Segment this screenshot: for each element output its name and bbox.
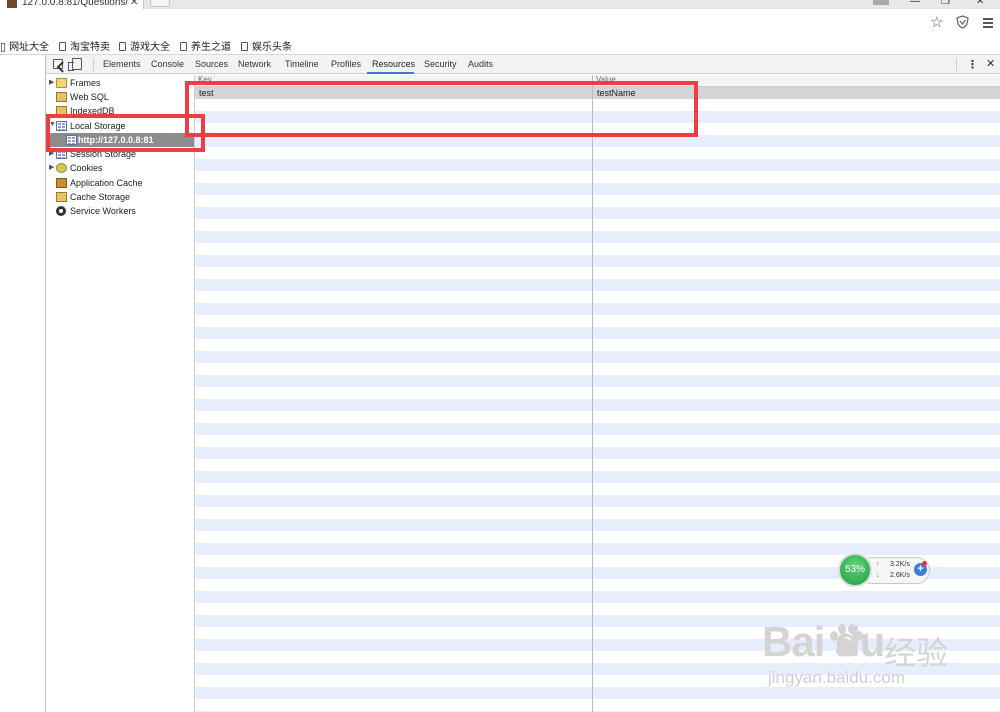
- bookmark-item[interactable]: 淘宝特卖: [59, 38, 110, 53]
- browser-tab-strip: 127.0.0.8:81/Questions/ ✕ — ❐ ✕: [0, 0, 1000, 9]
- paw-logo-icon: [830, 624, 863, 657]
- toolbar-divider: [93, 58, 94, 71]
- page-icon: [59, 42, 66, 51]
- upload-rate: 3.2K/s: [890, 561, 910, 568]
- screen: 127.0.0.8:81/Questions/ ✕ — ❐ ✕ ☆ ▯ 网址大全 …: [0, 0, 1000, 712]
- favicon-icon: [7, 0, 17, 8]
- browser-toolbar: ☆: [0, 9, 1000, 35]
- database-icon: [56, 92, 67, 102]
- sidebar-item-web-sql[interactable]: Web SQL: [46, 90, 194, 104]
- expand-arrow-icon[interactable]: ▶: [49, 163, 54, 171]
- sidebar-item-frames[interactable]: ▶ Frames: [46, 76, 194, 90]
- network-speed-widget[interactable]: 53% ↑ 3.2K/s ↓ 2.6K/s +: [838, 553, 932, 589]
- tab-timeline[interactable]: Timeline: [285, 59, 319, 69]
- toolbar-divider: [956, 58, 957, 71]
- browser-tab-title: 127.0.0.8:81/Questions/: [22, 0, 129, 8]
- storage-data-grid: Key Value test testName: [195, 75, 1000, 712]
- download-rate: 2.6K/s: [890, 572, 910, 579]
- column-divider[interactable]: [592, 75, 593, 712]
- tab-console[interactable]: Console: [151, 59, 184, 69]
- tab-sources[interactable]: Sources: [195, 59, 228, 69]
- usage-percent: 53%: [844, 564, 865, 575]
- page-icon: [180, 42, 187, 51]
- baidu-watermark: Bai du 经验 jingyan.baidu.com: [762, 618, 952, 692]
- page-icon: [119, 42, 126, 51]
- database-icon: [56, 192, 67, 202]
- devtools-close-icon[interactable]: ✕: [986, 57, 995, 70]
- watermark-url: jingyan.baidu.com: [768, 668, 906, 687]
- tab-audits[interactable]: Audits: [468, 59, 493, 69]
- devtools-toolbar: Elements Console Sources Network Timelin…: [46, 55, 1000, 74]
- bookmark-item[interactable]: 游戏大全: [119, 38, 170, 53]
- devtools-panel: Elements Console Sources Network Timelin…: [45, 55, 1000, 712]
- cache-icon: [56, 178, 67, 188]
- tab-elements[interactable]: Elements: [103, 59, 141, 69]
- gear-icon: [56, 206, 66, 216]
- sidebar-item-service-workers[interactable]: Service Workers: [46, 204, 194, 218]
- upload-arrow-icon: ↑: [876, 561, 880, 568]
- inspect-element-icon[interactable]: [53, 59, 63, 69]
- profile-button[interactable]: [873, 0, 889, 5]
- folder-icon: [56, 78, 67, 88]
- resources-sidebar: ▶ Frames Web SQL IndexedDB ▼ Local Stora…: [46, 75, 195, 712]
- tab-network[interactable]: Network: [238, 59, 271, 69]
- sidebar-item-cookies[interactable]: ▶ Cookies: [46, 161, 194, 175]
- more-options-icon[interactable]: ⋮: [967, 58, 978, 71]
- bookmark-star-icon[interactable]: ☆: [930, 13, 943, 31]
- tab-resources[interactable]: Resources: [372, 59, 415, 69]
- expand-arrow-icon[interactable]: ▶: [49, 78, 54, 86]
- shield-icon[interactable]: [956, 15, 969, 29]
- bookmark-item[interactable]: 娱乐头条: [241, 38, 292, 53]
- tab-close-icon[interactable]: ✕: [130, 0, 138, 8]
- page-icon: [241, 42, 248, 51]
- new-tab-button[interactable]: [150, 0, 170, 7]
- cookie-icon: [56, 163, 67, 173]
- download-arrow-icon: ↓: [876, 572, 880, 579]
- sidebar-item-cache-storage[interactable]: Cache Storage: [46, 190, 194, 204]
- browser-tab[interactable]: 127.0.0.8:81/Questions/ ✕: [0, 0, 144, 9]
- notification-dot: [922, 561, 927, 566]
- minimize-button[interactable]: —: [910, 0, 920, 7]
- annotation-box-grid-row: [185, 81, 698, 137]
- apps-icon: ▯: [0, 41, 7, 53]
- tab-security[interactable]: Security: [424, 59, 457, 69]
- tab-profiles[interactable]: Profiles: [331, 59, 361, 69]
- bookmarks-bar: ▯ 网址大全 淘宝特卖 游戏大全 养生之道 娱乐头条: [0, 35, 1000, 55]
- restore-button[interactable]: ❐: [941, 0, 950, 7]
- annotation-box-local-storage: [46, 114, 205, 152]
- window-close-button[interactable]: ✕: [976, 0, 984, 7]
- active-tab-indicator: [367, 72, 414, 74]
- bookmark-item[interactable]: 养生之道: [180, 38, 231, 53]
- menu-icon[interactable]: [983, 18, 993, 30]
- sidebar-item-application-cache[interactable]: Application Cache: [46, 176, 194, 190]
- device-mode-icon[interactable]: [68, 58, 82, 71]
- bookmark-item[interactable]: ▯ 网址大全: [0, 38, 49, 53]
